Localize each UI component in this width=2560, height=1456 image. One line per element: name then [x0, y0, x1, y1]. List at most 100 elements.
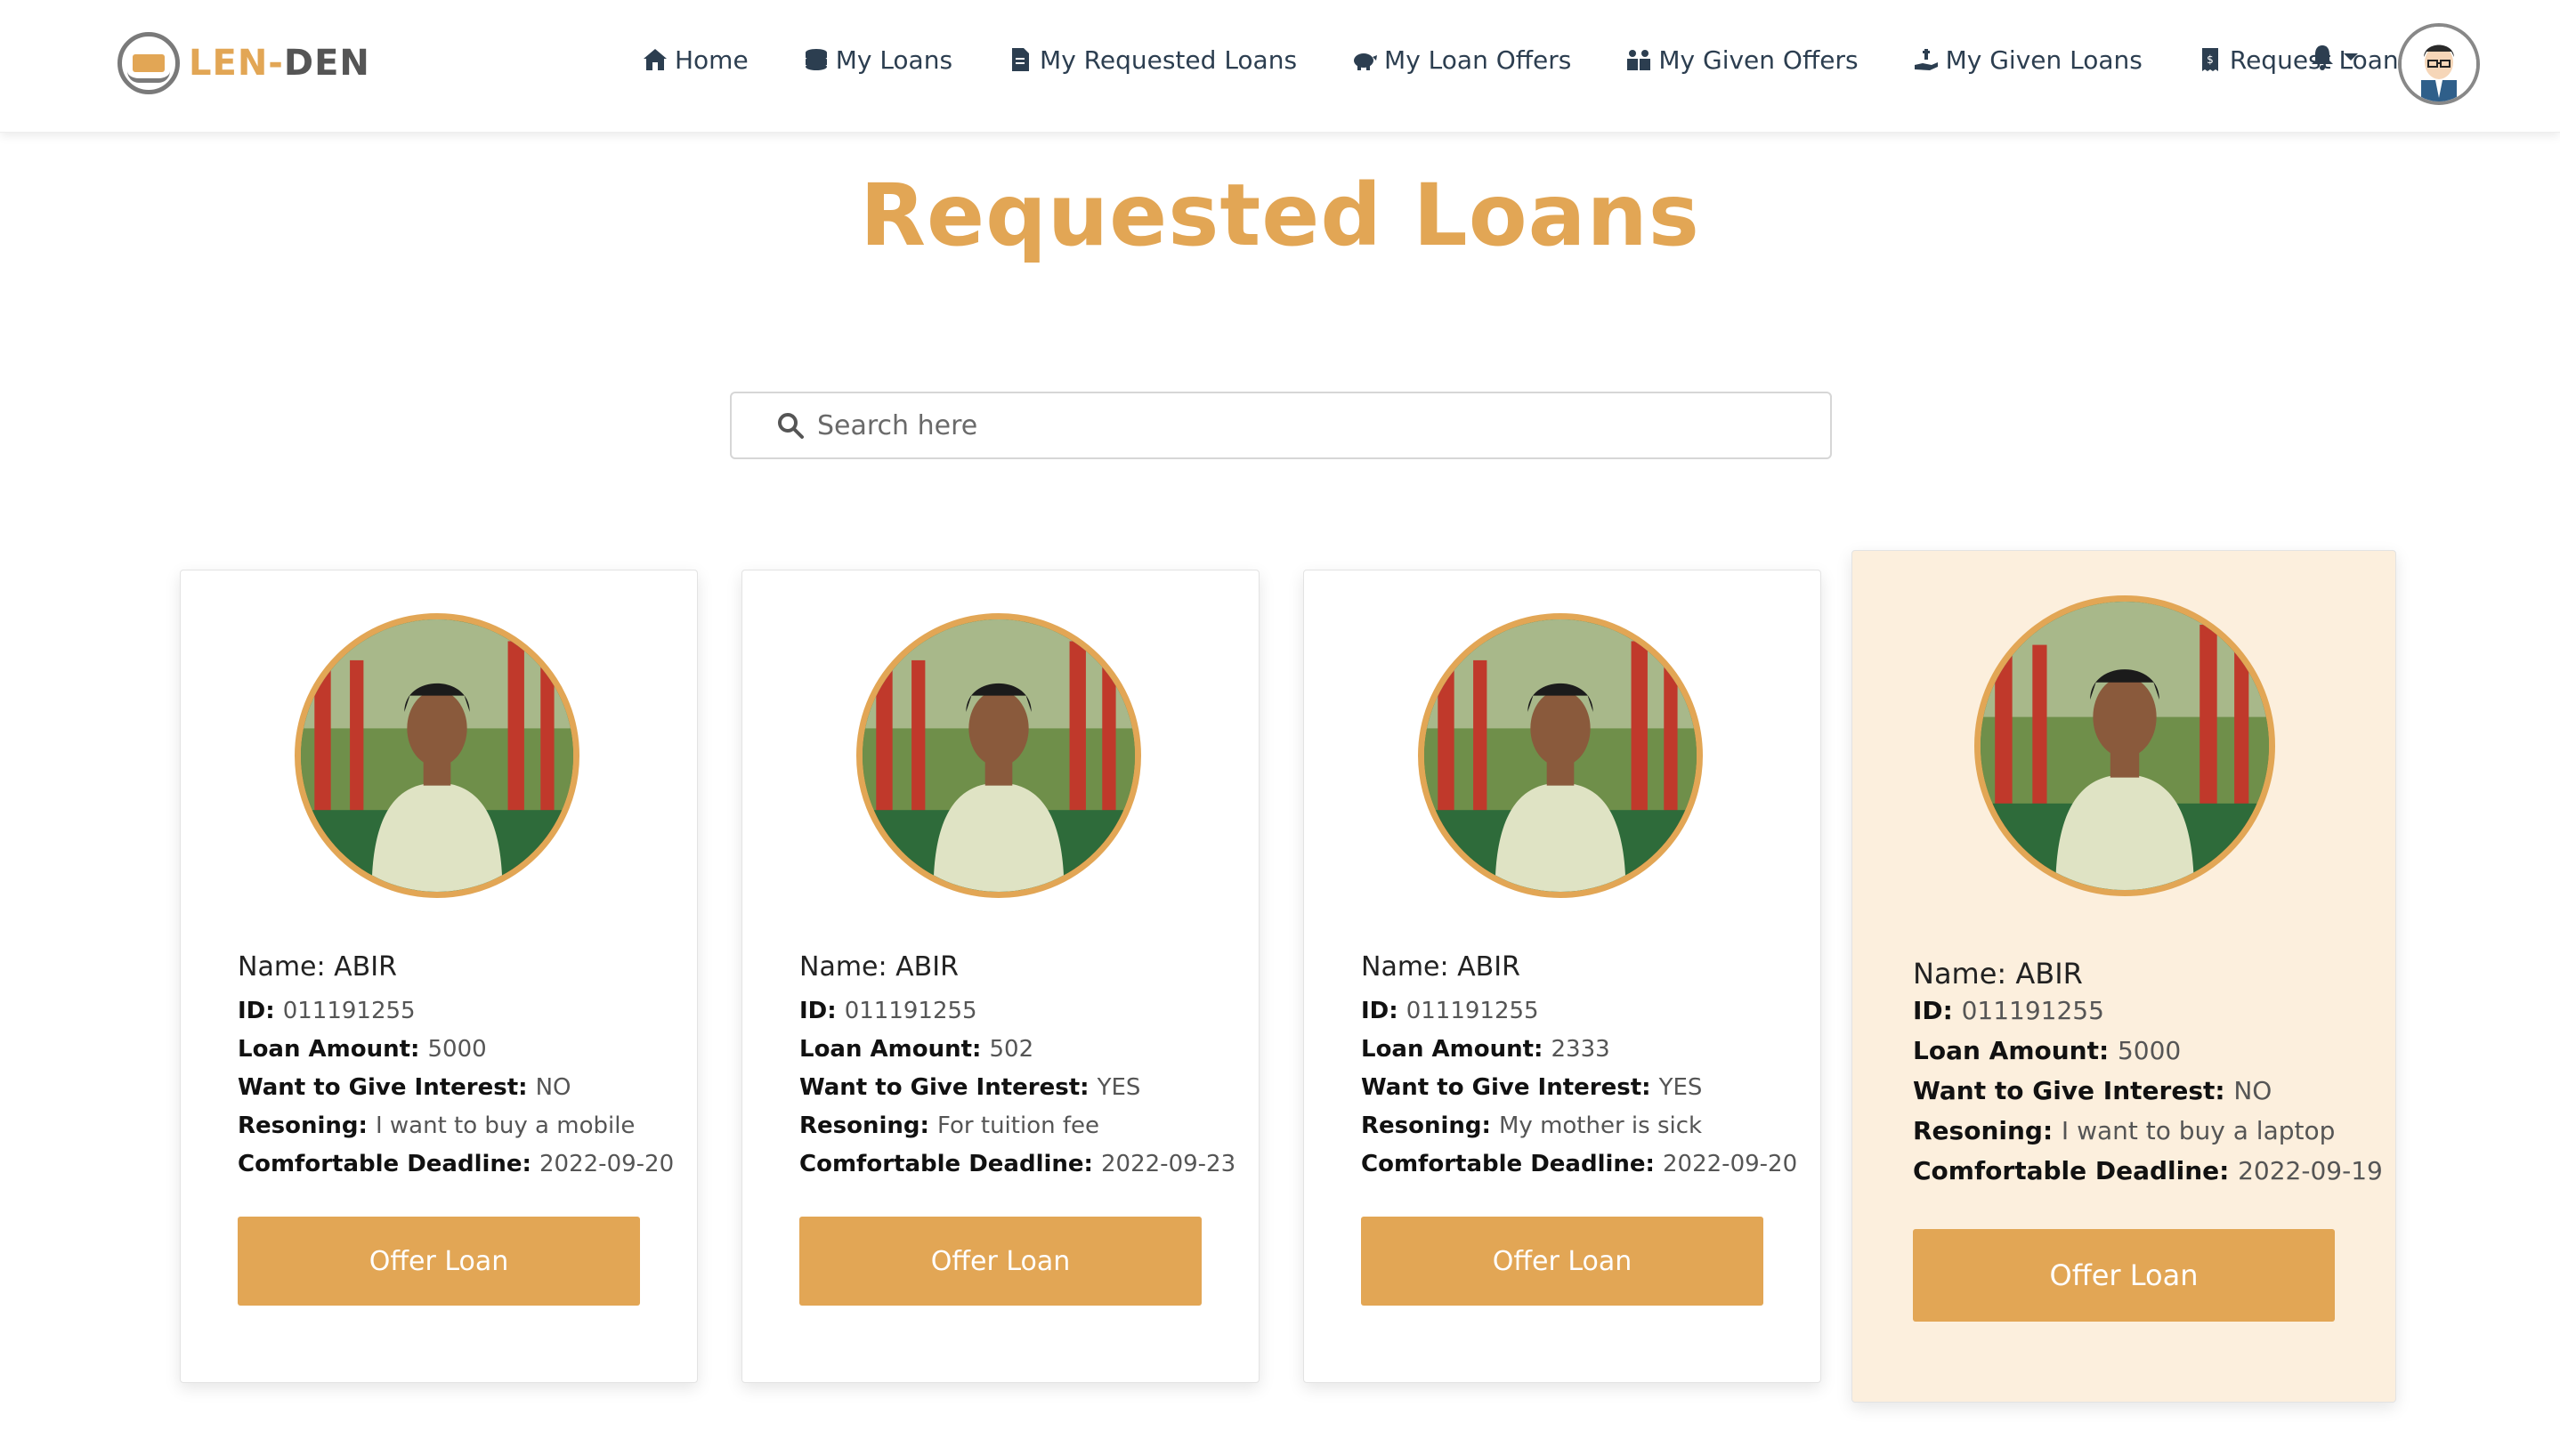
requester-id-value: 011191255: [1961, 996, 2104, 1025]
comfortable-deadline-value: 2022-09-19: [2238, 1156, 2383, 1185]
requester-id: ID: 011191255: [1913, 996, 2104, 1025]
notifications-dropdown[interactable]: [2309, 43, 2359, 71]
loan-amount-label: Loan Amount:: [1913, 1036, 2118, 1065]
nav-menu: Home My Loans My Requested Loans My Loan…: [641, 36, 2452, 84]
interest-preference-value: NO: [2233, 1076, 2272, 1105]
loan-reason-label: Resoning:: [799, 1112, 937, 1139]
comfortable-deadline-label: Comfortable Deadline:: [1361, 1151, 1664, 1177]
interest-preference-label: Want to Give Interest:: [799, 1074, 1098, 1101]
nav-home[interactable]: Home: [641, 45, 749, 75]
brand-name-part1: LEN-: [189, 43, 284, 84]
comfortable-deadline: Comfortable Deadline: 2022-09-19: [1913, 1156, 2383, 1185]
requester-name: Name: ABIR: [238, 951, 397, 983]
loan-reason-value: For tuition fee: [936, 1112, 1099, 1139]
loan-reason: Resoning: I want to buy a mobile: [238, 1112, 635, 1139]
requester-id-value: 011191255: [844, 998, 977, 1024]
comfortable-deadline-label: Comfortable Deadline:: [238, 1151, 540, 1177]
requester-id: ID: 011191255: [238, 998, 416, 1024]
interest-preference: Want to Give Interest: YES: [1361, 1074, 1702, 1101]
requester-id-label: ID:: [1361, 998, 1406, 1024]
search-bar: [730, 392, 1832, 459]
offer-loan-button[interactable]: Offer Loan: [238, 1217, 640, 1306]
brand-name: LEN-DEN: [189, 43, 370, 84]
nav-my-loan-offers-label: My Loan Offers: [1384, 44, 1572, 75]
interest-preference: Want to Give Interest: NO: [1913, 1076, 2272, 1105]
document-icon: [1012, 48, 1030, 71]
brand-logo-link[interactable]: LEN-DEN: [117, 32, 370, 94]
nav-my-loan-offers[interactable]: My Loan Offers: [1350, 45, 1571, 75]
comfortable-deadline: Comfortable Deadline: 2022-09-20: [238, 1151, 674, 1177]
comfortable-deadline: Comfortable Deadline: 2022-09-20: [1361, 1151, 1797, 1177]
name-label: Name:: [1361, 951, 1458, 983]
interest-preference-label: Want to Give Interest:: [238, 1074, 536, 1101]
comfortable-deadline-label: Comfortable Deadline:: [799, 1151, 1102, 1177]
interest-preference-label: Want to Give Interest:: [1361, 1074, 1659, 1101]
loan-reason-label: Resoning:: [238, 1112, 376, 1139]
nav-my-requested-loans[interactable]: My Requested Loans: [1006, 45, 1297, 75]
requester-id-value: 011191255: [1406, 998, 1539, 1024]
requester-photo: [856, 613, 1141, 898]
loan-request-card: Name: ABIR ID: 011191255 Loan Amount: 502 W…: [741, 570, 1260, 1383]
name-label: Name:: [238, 951, 335, 983]
loan-reason: Resoning: My mother is sick: [1361, 1112, 1702, 1139]
coins-icon: [805, 49, 827, 70]
interest-preference-value: NO: [535, 1074, 571, 1101]
requester-photo: [1418, 613, 1703, 898]
loan-amount: Loan Amount: 5000: [238, 1036, 487, 1063]
requester-photo: [295, 613, 579, 898]
loan-request-card: Name: ABIR ID: 011191255 Loan Amount: 5000…: [1851, 550, 2396, 1403]
svg-text:$: $: [2207, 53, 2214, 66]
brand-name-part2: DEN: [283, 43, 370, 84]
people-icon: [1627, 50, 1651, 70]
requester-id-label: ID:: [238, 998, 283, 1024]
name-value: ABIR: [895, 951, 959, 983]
nav-my-given-loans-label: My Given Loans: [1945, 44, 2143, 75]
comfortable-deadline-label: Comfortable Deadline:: [1913, 1156, 2239, 1185]
offer-loan-button[interactable]: Offer Loan: [1361, 1217, 1763, 1306]
requester-id-label: ID:: [799, 998, 845, 1024]
requester-name: Name: ABIR: [799, 951, 959, 983]
loan-amount-value: 2333: [1551, 1036, 1610, 1063]
interest-preference-value: YES: [1097, 1074, 1141, 1101]
loan-request-card: Name: ABIR ID: 011191255 Loan Amount: 5000…: [180, 570, 698, 1383]
name-label: Name:: [799, 951, 896, 983]
loan-amount: Loan Amount: 5000: [1913, 1036, 2181, 1065]
name-label: Name:: [1913, 957, 2016, 991]
nav-my-given-loans[interactable]: My Given Loans: [1912, 45, 2143, 75]
name-value: ABIR: [1457, 951, 1520, 983]
loan-amount: Loan Amount: 2333: [1361, 1036, 1610, 1063]
loan-reason: Resoning: For tuition fee: [799, 1112, 1099, 1139]
comfortable-deadline-value: 2022-09-20: [539, 1151, 675, 1177]
requester-id-label: ID:: [1913, 996, 1962, 1025]
user-avatar-icon: [2402, 27, 2476, 101]
wallet-logo-icon: [117, 32, 180, 94]
requester-id: ID: 011191255: [799, 998, 977, 1024]
interest-preference: Want to Give Interest: YES: [799, 1074, 1140, 1101]
offer-loan-button[interactable]: Offer Loan: [1913, 1229, 2335, 1322]
nav-my-given-offers-label: My Given Offers: [1658, 44, 1859, 75]
requester-photo: [1974, 595, 2275, 896]
nav-my-given-offers[interactable]: My Given Offers: [1624, 44, 1859, 75]
name-value: ABIR: [334, 951, 397, 983]
offer-loan-button[interactable]: Offer Loan: [799, 1217, 1202, 1306]
nav-my-loans[interactable]: My Loans: [802, 45, 952, 75]
user-avatar[interactable]: [2398, 23, 2480, 105]
interest-preference-label: Want to Give Interest:: [1913, 1076, 2234, 1105]
comfortable-deadline-value: 2022-09-23: [1101, 1151, 1236, 1177]
loan-amount-value: 502: [989, 1036, 1034, 1063]
loan-amount: Loan Amount: 502: [799, 1036, 1033, 1063]
piggy-bank-icon: [1354, 53, 1378, 70]
interest-preference: Want to Give Interest: NO: [238, 1074, 571, 1101]
house-icon: [644, 49, 667, 70]
page-title: Requested Loans: [860, 166, 1700, 265]
comfortable-deadline: Comfortable Deadline: 2022-09-23: [799, 1151, 1235, 1177]
nav-request-loan[interactable]: $ Request Loan: [2196, 45, 2399, 75]
interest-preference-value: YES: [1658, 1074, 1703, 1101]
comfortable-deadline-value: 2022-09-20: [1663, 1151, 1798, 1177]
search-input[interactable]: [815, 408, 1798, 442]
loan-reason-label: Resoning:: [1913, 1116, 2062, 1145]
loan-amount-label: Loan Amount:: [238, 1036, 428, 1063]
loan-reason-label: Resoning:: [1361, 1112, 1499, 1139]
requester-name: Name: ABIR: [1361, 951, 1520, 983]
loan-amount-value: 5000: [427, 1036, 487, 1063]
